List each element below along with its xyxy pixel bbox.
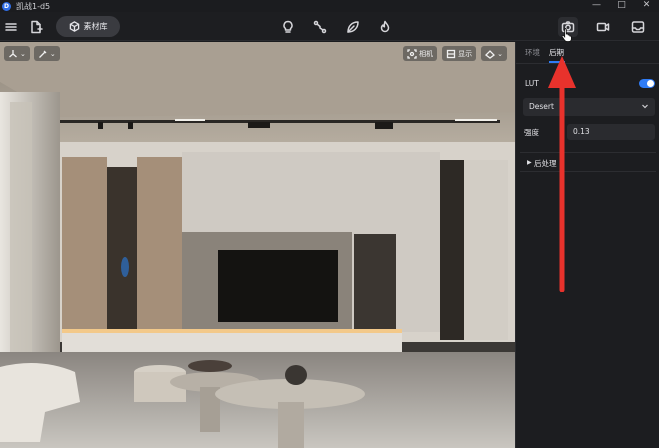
fire-icon[interactable] xyxy=(375,17,395,37)
title-bar: D 凯战1-d5 — □ ✕ xyxy=(0,0,659,12)
strength-input[interactable]: 0.13 xyxy=(567,124,655,140)
inbox-icon[interactable] xyxy=(628,17,648,37)
asset-library-label: 素材库 xyxy=(83,22,108,31)
view-mode-icon xyxy=(485,49,496,59)
path-icon[interactable] xyxy=(310,17,330,37)
chevron-down-icon: ⌄ xyxy=(497,49,503,58)
caret-right-icon: ▶ xyxy=(527,159,532,166)
leaf-icon[interactable] xyxy=(343,17,363,37)
window-controls: — □ ✕ xyxy=(584,0,659,12)
axis-gizmo-icon xyxy=(9,49,17,57)
tab-environment[interactable]: 环境 xyxy=(525,47,540,58)
focus-icon xyxy=(407,48,417,59)
new-file-icon[interactable] xyxy=(26,17,46,37)
app-window: D 凯战1-d5 — □ ✕ 素材库 ⌄ ⌄ 相机 显示 ⌄ 环境 后期 LUT… xyxy=(0,0,659,448)
viewport-left-tools: ⌄ ⌄ xyxy=(4,46,60,61)
minimize-button[interactable]: — xyxy=(584,0,609,12)
display-label: 显示 xyxy=(458,49,473,58)
render-viewport[interactable]: ⌄ ⌄ 相机 显示 ⌄ xyxy=(0,42,515,448)
brush-icon xyxy=(38,50,47,58)
axis-gizmo-dropdown[interactable]: ⌄ xyxy=(4,46,30,61)
camera-view-label: 相机 xyxy=(419,49,434,58)
hand-cursor-icon xyxy=(561,28,572,42)
chevron-down-icon: ⌄ xyxy=(20,49,26,58)
chevron-down-icon xyxy=(642,104,648,109)
lut-select[interactable]: Desert xyxy=(523,98,655,116)
camera-view-button[interactable]: 相机 xyxy=(403,46,438,61)
lut-select-value: Desert xyxy=(529,102,554,111)
cube-icon xyxy=(69,21,79,32)
active-tab-indicator xyxy=(549,61,565,63)
lut-toggle[interactable] xyxy=(639,79,655,88)
menu-icon[interactable] xyxy=(1,17,21,37)
bulb-icon[interactable] xyxy=(278,17,298,37)
layers-icon xyxy=(446,49,456,58)
chevron-down-icon: ⌄ xyxy=(49,49,56,58)
interior-render-image xyxy=(0,42,515,448)
lut-row: LUT xyxy=(525,78,655,90)
tab-post[interactable]: 后期 xyxy=(549,47,564,58)
settings-panel: 环境 后期 LUT Desert 强度 0.13 ▶ 后处理 xyxy=(515,42,659,448)
video-icon[interactable] xyxy=(593,17,613,37)
viewport-right-tools: 相机 显示 ⌄ xyxy=(403,46,507,61)
lut-label: LUT xyxy=(525,79,539,88)
post-processing-label: 后处理 xyxy=(534,159,557,168)
brush-dropdown[interactable]: ⌄ xyxy=(33,46,60,61)
post-processing-section[interactable]: ▶ 后处理 xyxy=(520,152,656,172)
asset-library-button[interactable]: 素材库 xyxy=(56,16,120,37)
close-button[interactable]: ✕ xyxy=(634,0,659,12)
maximize-button[interactable]: □ xyxy=(609,0,634,12)
display-button[interactable]: 显示 xyxy=(442,46,477,61)
strength-label: 强度 xyxy=(524,128,539,137)
strength-row: 强度 0.13 xyxy=(523,124,655,140)
view-mode-dropdown[interactable]: ⌄ xyxy=(481,46,507,61)
window-title: 凯战1-d5 xyxy=(16,1,51,11)
app-logo-icon: D xyxy=(2,1,11,11)
panel-tabs: 环境 后期 xyxy=(516,42,659,64)
